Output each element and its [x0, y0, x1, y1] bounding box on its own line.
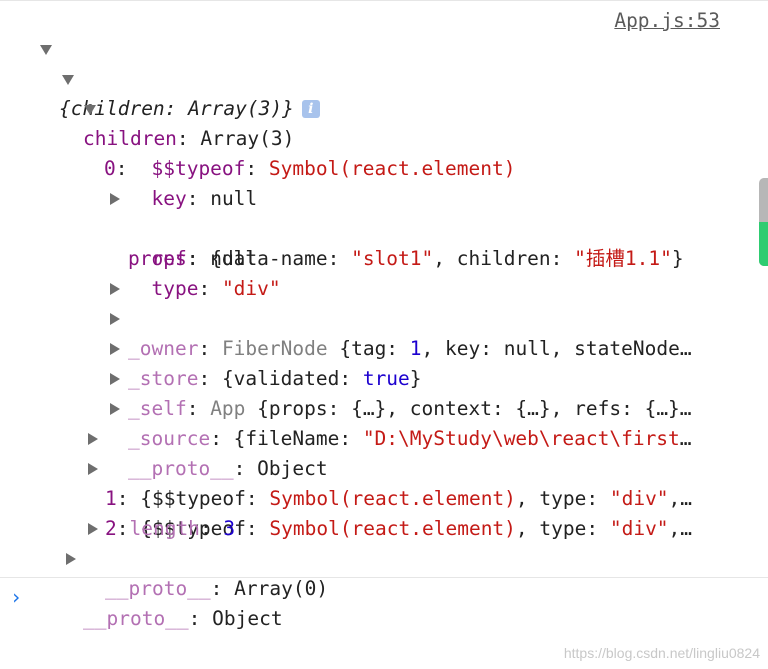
console-prompt-icon[interactable]: › [10, 583, 22, 611]
expand-arrow-down-icon[interactable] [84, 105, 96, 115]
source-link[interactable]: App.js:53 [614, 9, 720, 33]
expand-arrow-right-icon[interactable] [110, 283, 120, 295]
tree-row-item-0[interactable]: 0: [84, 94, 128, 180]
tree-row-proto-root[interactable]: __proto__: Object [64, 544, 283, 630]
expand-arrow-right-icon[interactable] [66, 553, 76, 565]
console-divider [0, 577, 768, 578]
top-border [0, 0, 768, 1]
expand-arrow-down-icon[interactable] [40, 45, 52, 55]
tree-row-proto-object[interactable]: __proto__: Object [108, 394, 328, 480]
tree-row-key: key: null [151, 187, 258, 210]
tree-row-item-1[interactable]: 1: {$$typeof: Symbol(react.element), typ… [86, 424, 692, 510]
tree-row-typeof: $$typeof: Symbol(react.element) [151, 157, 516, 180]
tree-row-ref: ref: null [151, 247, 258, 270]
tree-row-source[interactable]: _source: {fileName: "D:\MyStudy\web\reac… [108, 364, 692, 450]
expand-arrow-right-icon[interactable] [88, 433, 98, 445]
expand-arrow-right-icon[interactable] [88, 523, 98, 535]
tree-row-length: length: 3 [129, 517, 236, 540]
tree-row-proto-array[interactable]: __proto__: Array(0) [86, 514, 328, 600]
tree-row-children[interactable]: children: Array(3) [62, 64, 294, 150]
tree-row-type: type: "div" [151, 277, 281, 300]
expand-arrow-right-icon[interactable] [110, 193, 120, 205]
watermark: https://blog.csdn.net/lingliu0824 [563, 645, 760, 661]
tree-row-owner[interactable]: _owner: FiberNode {tag: 1, key: null, st… [108, 274, 692, 360]
tree-row-item-2[interactable]: 2: {$$typeof: Symbol(react.element), typ… [86, 454, 692, 540]
tree-row-root[interactable]: {children: Array(3)} i [40, 34, 320, 120]
expand-arrow-right-icon[interactable] [110, 403, 120, 415]
info-icon[interactable]: i [301, 100, 320, 118]
tree-row-props[interactable]: props: {data-name: "slot1", children: "插… [108, 184, 684, 270]
expand-arrow-down-icon[interactable] [62, 75, 74, 85]
expand-arrow-right-icon[interactable] [110, 343, 120, 355]
tree-row-self[interactable]: _self: App {props: {…}, context: {…}, re… [108, 334, 692, 420]
expand-arrow-right-icon[interactable] [110, 373, 120, 385]
expand-arrow-right-icon[interactable] [110, 313, 120, 325]
expand-arrow-right-icon[interactable] [88, 463, 98, 475]
scrollbar-indicator [759, 222, 768, 266]
tree-row-store[interactable]: _store: {validated: true} [108, 304, 422, 390]
